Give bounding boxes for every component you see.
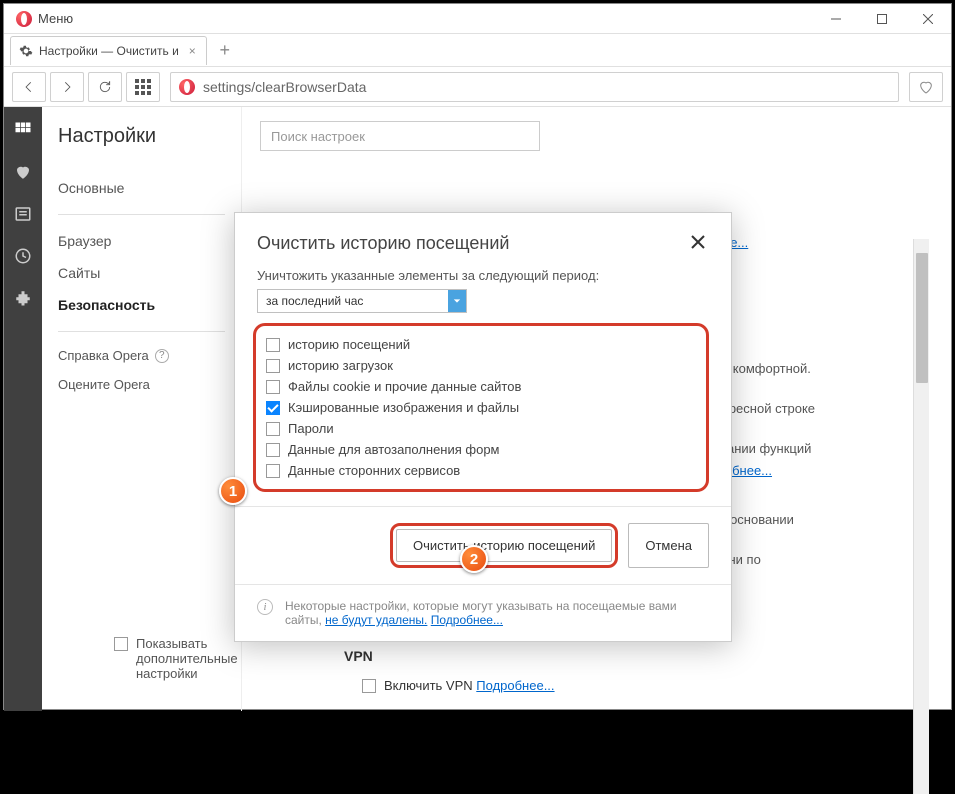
close-window-button[interactable] [905, 4, 951, 34]
vpn-heading: VPN [344, 648, 555, 664]
address-opera-icon [179, 79, 195, 95]
minimize-button[interactable] [813, 4, 859, 34]
sidebar-item-sites[interactable]: Сайты [58, 257, 225, 289]
sidebar-help[interactable]: Справка Opera? [58, 342, 225, 369]
option-downloads[interactable]: историю загрузок [266, 355, 696, 376]
sidebar-rate[interactable]: Оцените Opera [58, 369, 225, 400]
history-icon[interactable] [14, 247, 32, 265]
speed-dial-button[interactable] [126, 72, 160, 102]
reload-button[interactable] [88, 72, 122, 102]
info-icon: i [257, 599, 273, 615]
address-input[interactable] [203, 79, 898, 95]
back-button[interactable] [12, 72, 46, 102]
menu-button[interactable]: Меню [38, 11, 73, 26]
checkbox-icon [114, 637, 128, 651]
dialog-actions: Очистить историю посещений Отмена [235, 506, 731, 584]
news-icon[interactable] [14, 205, 32, 223]
titlebar: Меню [4, 4, 951, 34]
clear-history-dialog: Очистить историю посещений Уничтожить ук… [234, 212, 732, 642]
forward-button[interactable] [50, 72, 84, 102]
navbar [4, 67, 951, 107]
footer-text: Некоторые настройки, которые могут указы… [285, 599, 709, 627]
tab-close-button[interactable]: × [187, 44, 198, 58]
clear-button[interactable]: Очистить историю посещений [396, 529, 612, 562]
footer-link-notdeleted[interactable]: не будут удалены. [325, 613, 427, 627]
options-highlight: историю посещений историю загрузок Файлы… [253, 323, 709, 492]
option-cookies[interactable]: Файлы cookie и прочие данные сайтов [266, 376, 696, 397]
callout-1: 1 [219, 477, 247, 505]
settings-sidebar: Настройки Основные Браузер Сайты Безопас… [42, 107, 242, 711]
checkbox-icon [266, 359, 280, 373]
address-bar[interactable] [170, 72, 899, 102]
period-dropdown[interactable]: за последний час [257, 289, 467, 313]
checkbox-icon [266, 338, 280, 352]
scroll-thumb[interactable] [916, 253, 928, 383]
option-passwords[interactable]: Пароли [266, 418, 696, 439]
dialog-close-button[interactable] [687, 231, 709, 256]
clear-button-highlight: Очистить историю посещений [390, 523, 618, 568]
dialog-title: Очистить историю посещений [257, 233, 509, 254]
vpn-more-link[interactable]: Подробнее... [476, 678, 554, 693]
heart-icon[interactable] [14, 163, 32, 181]
option-autofill[interactable]: Данные для автозаполнения форм [266, 439, 696, 460]
tab-title: Настройки — Очистить и [39, 44, 179, 58]
cancel-button[interactable]: Отмена [628, 523, 709, 568]
app-sidebar [4, 107, 42, 711]
sidebar-item-main[interactable]: Основные [58, 172, 225, 204]
checkbox-icon [266, 443, 280, 457]
period-label: Уничтожить указанные элементы за следующ… [257, 268, 709, 283]
dialog-footer: i Некоторые настройки, которые могут ука… [235, 584, 731, 641]
checkbox-icon [266, 422, 280, 436]
scrollbar[interactable] [913, 239, 929, 794]
option-cache[interactable]: Кэшированные изображения и файлы [266, 397, 696, 418]
tab-strip: Настройки — Очистить и × + [4, 34, 951, 67]
option-thirdparty[interactable]: Данные сторонних сервисов [266, 460, 696, 481]
maximize-button[interactable] [859, 4, 905, 34]
settings-search-input[interactable]: Поиск настроек [260, 121, 540, 151]
settings-title: Настройки [58, 125, 225, 148]
show-advanced-checkbox[interactable]: Показывать дополнительные настройки [114, 636, 296, 681]
extensions-icon[interactable] [14, 289, 32, 307]
bookmark-button[interactable] [909, 72, 943, 102]
speed-dial-icon[interactable] [14, 121, 32, 139]
tab-settings[interactable]: Настройки — Очистить и × [10, 36, 207, 65]
chevron-down-icon [448, 290, 466, 312]
vpn-section: VPN Включить VPN Подробнее... [344, 648, 555, 693]
help-icon: ? [155, 349, 169, 363]
checkbox-checked-icon [266, 401, 280, 415]
opera-logo-icon [16, 11, 32, 27]
new-tab-button[interactable]: + [211, 36, 239, 64]
option-history[interactable]: историю посещений [266, 334, 696, 355]
vpn-label: Включить VPN Подробнее... [384, 678, 555, 693]
sidebar-item-browser[interactable]: Браузер [58, 225, 225, 257]
checkbox-icon [266, 380, 280, 394]
sidebar-item-security[interactable]: Безопасность [58, 289, 225, 321]
vpn-checkbox[interactable] [362, 679, 376, 693]
divider [58, 214, 225, 215]
divider [58, 331, 225, 332]
callout-2: 2 [460, 545, 488, 573]
gear-icon [19, 44, 33, 58]
checkbox-icon [266, 464, 280, 478]
footer-link-more[interactable]: Подробнее... [431, 613, 503, 627]
